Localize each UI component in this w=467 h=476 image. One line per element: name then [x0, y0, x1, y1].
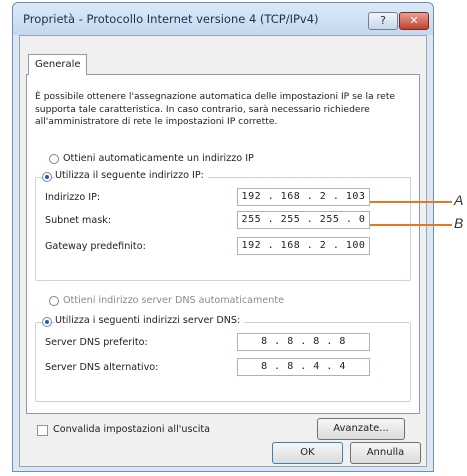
close-button[interactable]: ✕: [399, 12, 429, 30]
properties-dialog: Proprietà - Protocollo Internet versione…: [12, 2, 434, 472]
tab-generale[interactable]: Generale: [28, 54, 87, 75]
ip-address-field[interactable]: 192 . 168 . 2 . 103: [237, 188, 370, 206]
auto-ip-label[interactable]: Ottieni automaticamente un indirizzo IP: [63, 153, 254, 164]
manual-dns-radio[interactable]: [42, 317, 52, 327]
title-bar[interactable]: Proprietà - Protocollo Internet versione…: [13, 3, 433, 35]
window-title: Proprietà - Protocollo Internet versione…: [23, 12, 319, 26]
manual-ip-radio[interactable]: [42, 172, 52, 182]
cancel-button[interactable]: Annulla: [350, 442, 421, 464]
alternate-dns-label: Server DNS alternativo:: [45, 362, 159, 373]
tab-panel-generale: È possibile ottenere l'assegnazione auto…: [26, 74, 420, 440]
manual-ip-label[interactable]: Utilizza il seguente indirizzo IP:: [55, 170, 208, 181]
auto-ip-radio[interactable]: [49, 154, 59, 164]
gateway-label: Gateway predefinito:: [45, 241, 146, 252]
preferred-dns-label: Server DNS preferito:: [45, 337, 148, 348]
ok-button[interactable]: OK: [272, 442, 343, 464]
manual-dns-label[interactable]: Utilizza i seguenti indirizzi server DNS…: [55, 315, 245, 326]
validate-settings-label[interactable]: Convalida impostazioni all'uscita: [53, 424, 210, 435]
validate-settings-checkbox[interactable]: [37, 425, 48, 436]
gateway-field[interactable]: 192 . 168 . 2 . 100: [237, 237, 370, 255]
subnet-mask-label: Subnet mask:: [45, 215, 112, 226]
auto-dns-radio[interactable]: [49, 296, 59, 306]
subnet-mask-field[interactable]: 255 . 255 . 255 . 0: [237, 211, 370, 229]
advanced-button[interactable]: Avanzate...: [317, 418, 405, 440]
callout-line-a: [370, 201, 452, 203]
auto-dns-label[interactable]: Ottieni indirizzo server DNS automaticam…: [63, 295, 284, 306]
help-button[interactable]: ?: [368, 12, 398, 30]
ip-address-label: Indirizzo IP:: [45, 192, 101, 203]
intro-text: È possibile ottenere l'assegnazione auto…: [35, 91, 396, 127]
callout-label-a: A: [454, 192, 464, 208]
dialog-client-area: Generale È possibile ottenere l'assegnaz…: [19, 35, 427, 467]
preferred-dns-field[interactable]: 8 . 8 . 8 . 8: [237, 333, 370, 351]
callout-line-b: [370, 224, 452, 226]
callout-label-b: B: [454, 215, 464, 231]
alternate-dns-field[interactable]: 8 . 8 . 4 . 4: [237, 358, 370, 376]
